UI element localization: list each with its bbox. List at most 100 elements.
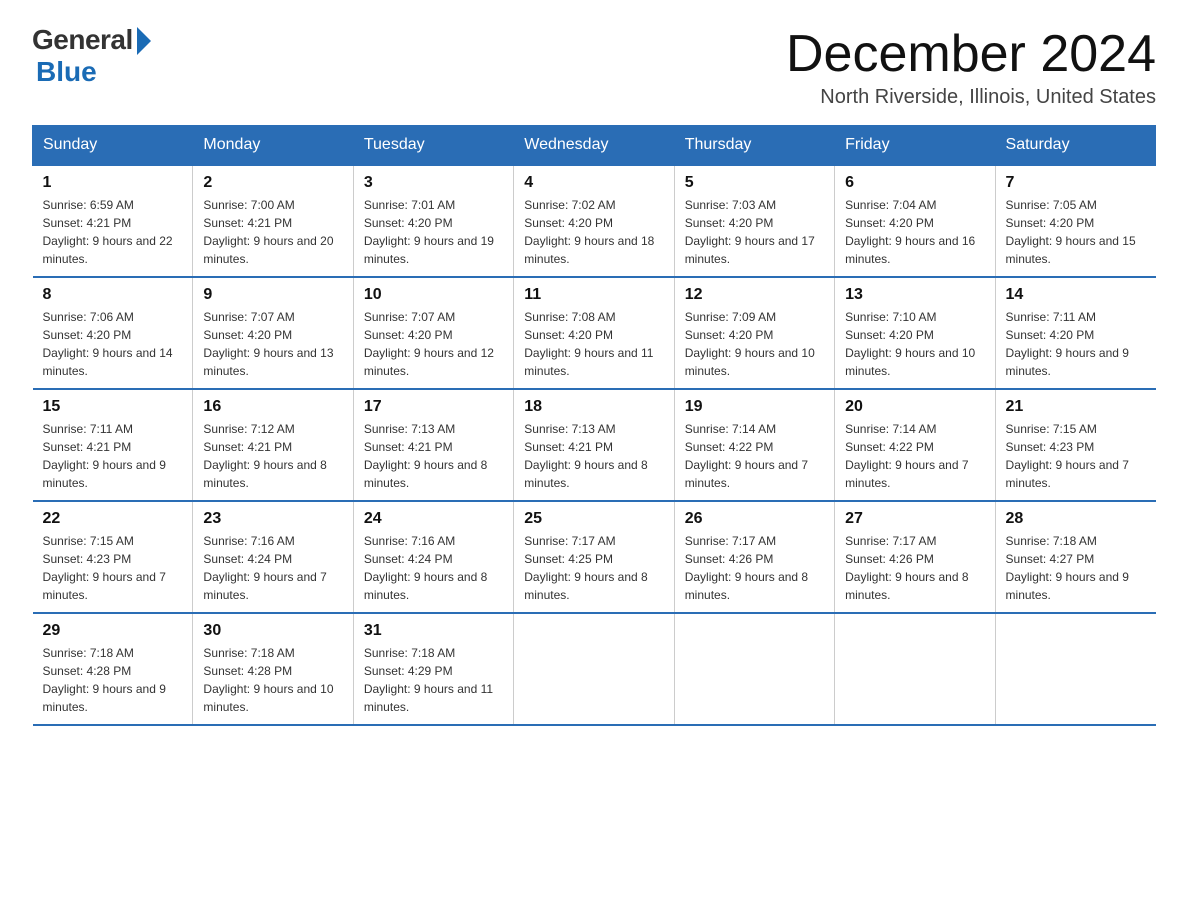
logo-arrow-icon xyxy=(137,27,151,55)
daylight-label: Daylight: 9 hours and 10 minutes. xyxy=(685,346,815,378)
day-number: 16 xyxy=(203,398,342,416)
day-cell: 16 Sunrise: 7:12 AM Sunset: 4:21 PM Dayl… xyxy=(193,389,353,501)
daylight-label: Daylight: 9 hours and 7 minutes. xyxy=(685,458,808,490)
sunrise-label: Sunrise: 7:09 AM xyxy=(685,310,776,324)
day-cell xyxy=(835,613,995,725)
daylight-label: Daylight: 9 hours and 13 minutes. xyxy=(203,346,333,378)
day-info: Sunrise: 7:18 AM Sunset: 4:28 PM Dayligh… xyxy=(43,644,183,716)
calendar-subtitle: North Riverside, Illinois, United States xyxy=(786,86,1156,109)
day-cell: 30 Sunrise: 7:18 AM Sunset: 4:28 PM Dayl… xyxy=(193,613,353,725)
day-number: 14 xyxy=(1006,286,1146,304)
day-number: 24 xyxy=(364,510,503,528)
daylight-label: Daylight: 9 hours and 8 minutes. xyxy=(524,570,647,602)
sunrise-label: Sunrise: 7:07 AM xyxy=(364,310,455,324)
day-cell xyxy=(995,613,1155,725)
day-info: Sunrise: 7:17 AM Sunset: 4:26 PM Dayligh… xyxy=(685,532,824,604)
daylight-label: Daylight: 9 hours and 8 minutes. xyxy=(203,458,326,490)
daylight-label: Daylight: 9 hours and 11 minutes. xyxy=(524,346,653,378)
sunset-label: Sunset: 4:20 PM xyxy=(43,328,132,342)
day-info: Sunrise: 6:59 AM Sunset: 4:21 PM Dayligh… xyxy=(43,196,183,268)
daylight-label: Daylight: 9 hours and 9 minutes. xyxy=(1006,570,1129,602)
day-cell: 4 Sunrise: 7:02 AM Sunset: 4:20 PM Dayli… xyxy=(514,165,674,277)
day-info: Sunrise: 7:09 AM Sunset: 4:20 PM Dayligh… xyxy=(685,308,824,380)
day-cell: 20 Sunrise: 7:14 AM Sunset: 4:22 PM Dayl… xyxy=(835,389,995,501)
sunset-label: Sunset: 4:20 PM xyxy=(203,328,292,342)
daylight-label: Daylight: 9 hours and 19 minutes. xyxy=(364,234,494,266)
daylight-label: Daylight: 9 hours and 16 minutes. xyxy=(845,234,975,266)
day-number: 19 xyxy=(685,398,824,416)
logo-blue-text: Blue xyxy=(36,56,97,88)
day-info: Sunrise: 7:15 AM Sunset: 4:23 PM Dayligh… xyxy=(43,532,183,604)
header-row: SundayMondayTuesdayWednesdayThursdayFrid… xyxy=(33,126,1156,166)
title-area: December 2024 North Riverside, Illinois,… xyxy=(786,24,1156,109)
day-header-tuesday: Tuesday xyxy=(353,126,513,166)
sunset-label: Sunset: 4:23 PM xyxy=(1006,440,1095,454)
sunrise-label: Sunrise: 7:18 AM xyxy=(364,646,455,660)
day-cell: 15 Sunrise: 7:11 AM Sunset: 4:21 PM Dayl… xyxy=(33,389,193,501)
day-info: Sunrise: 7:01 AM Sunset: 4:20 PM Dayligh… xyxy=(364,196,503,268)
sunrise-label: Sunrise: 7:07 AM xyxy=(203,310,294,324)
day-info: Sunrise: 7:07 AM Sunset: 4:20 PM Dayligh… xyxy=(364,308,503,380)
sunrise-label: Sunrise: 7:14 AM xyxy=(845,422,936,436)
sunrise-label: Sunrise: 7:18 AM xyxy=(43,646,134,660)
sunrise-label: Sunrise: 7:04 AM xyxy=(845,198,936,212)
sunset-label: Sunset: 4:20 PM xyxy=(845,216,934,230)
day-header-friday: Friday xyxy=(835,126,995,166)
sunrise-label: Sunrise: 7:03 AM xyxy=(685,198,776,212)
sunrise-label: Sunrise: 7:15 AM xyxy=(1006,422,1097,436)
day-cell: 11 Sunrise: 7:08 AM Sunset: 4:20 PM Dayl… xyxy=(514,277,674,389)
day-info: Sunrise: 7:16 AM Sunset: 4:24 PM Dayligh… xyxy=(203,532,342,604)
sunrise-label: Sunrise: 7:06 AM xyxy=(43,310,134,324)
day-cell: 14 Sunrise: 7:11 AM Sunset: 4:20 PM Dayl… xyxy=(995,277,1155,389)
day-cell: 28 Sunrise: 7:18 AM Sunset: 4:27 PM Dayl… xyxy=(995,501,1155,613)
day-number: 28 xyxy=(1006,510,1146,528)
daylight-label: Daylight: 9 hours and 7 minutes. xyxy=(845,458,968,490)
day-cell: 8 Sunrise: 7:06 AM Sunset: 4:20 PM Dayli… xyxy=(33,277,193,389)
sunset-label: Sunset: 4:22 PM xyxy=(845,440,934,454)
daylight-label: Daylight: 9 hours and 9 minutes. xyxy=(43,682,166,714)
day-info: Sunrise: 7:11 AM Sunset: 4:21 PM Dayligh… xyxy=(43,420,183,492)
sunrise-label: Sunrise: 7:16 AM xyxy=(203,534,294,548)
sunset-label: Sunset: 4:21 PM xyxy=(524,440,613,454)
sunset-label: Sunset: 4:22 PM xyxy=(685,440,774,454)
sunset-label: Sunset: 4:25 PM xyxy=(524,552,613,566)
day-info: Sunrise: 7:16 AM Sunset: 4:24 PM Dayligh… xyxy=(364,532,503,604)
sunrise-label: Sunrise: 7:10 AM xyxy=(845,310,936,324)
day-number: 9 xyxy=(203,286,342,304)
sunrise-label: Sunrise: 7:01 AM xyxy=(364,198,455,212)
daylight-label: Daylight: 9 hours and 9 minutes. xyxy=(1006,346,1129,378)
day-number: 23 xyxy=(203,510,342,528)
day-number: 15 xyxy=(43,398,183,416)
day-info: Sunrise: 7:11 AM Sunset: 4:20 PM Dayligh… xyxy=(1006,308,1146,380)
day-cell: 6 Sunrise: 7:04 AM Sunset: 4:20 PM Dayli… xyxy=(835,165,995,277)
sunrise-label: Sunrise: 7:00 AM xyxy=(203,198,294,212)
sunset-label: Sunset: 4:20 PM xyxy=(364,216,453,230)
day-info: Sunrise: 7:06 AM Sunset: 4:20 PM Dayligh… xyxy=(43,308,183,380)
sunrise-label: Sunrise: 7:15 AM xyxy=(43,534,134,548)
day-header-sunday: Sunday xyxy=(33,126,193,166)
sunrise-label: Sunrise: 6:59 AM xyxy=(43,198,134,212)
day-cell: 25 Sunrise: 7:17 AM Sunset: 4:25 PM Dayl… xyxy=(514,501,674,613)
day-info: Sunrise: 7:17 AM Sunset: 4:26 PM Dayligh… xyxy=(845,532,984,604)
day-info: Sunrise: 7:03 AM Sunset: 4:20 PM Dayligh… xyxy=(685,196,824,268)
day-info: Sunrise: 7:10 AM Sunset: 4:20 PM Dayligh… xyxy=(845,308,984,380)
day-cell: 26 Sunrise: 7:17 AM Sunset: 4:26 PM Dayl… xyxy=(674,501,834,613)
daylight-label: Daylight: 9 hours and 8 minutes. xyxy=(685,570,808,602)
daylight-label: Daylight: 9 hours and 22 minutes. xyxy=(43,234,173,266)
sunrise-label: Sunrise: 7:08 AM xyxy=(524,310,615,324)
day-info: Sunrise: 7:02 AM Sunset: 4:20 PM Dayligh… xyxy=(524,196,663,268)
day-info: Sunrise: 7:00 AM Sunset: 4:21 PM Dayligh… xyxy=(203,196,342,268)
day-info: Sunrise: 7:17 AM Sunset: 4:25 PM Dayligh… xyxy=(524,532,663,604)
sunset-label: Sunset: 4:20 PM xyxy=(685,216,774,230)
daylight-label: Daylight: 9 hours and 9 minutes. xyxy=(43,458,166,490)
sunset-label: Sunset: 4:20 PM xyxy=(364,328,453,342)
day-number: 2 xyxy=(203,174,342,192)
daylight-label: Daylight: 9 hours and 14 minutes. xyxy=(43,346,173,378)
sunset-label: Sunset: 4:20 PM xyxy=(524,328,613,342)
day-cell: 9 Sunrise: 7:07 AM Sunset: 4:20 PM Dayli… xyxy=(193,277,353,389)
day-number: 3 xyxy=(364,174,503,192)
day-number: 30 xyxy=(203,622,342,640)
sunrise-label: Sunrise: 7:16 AM xyxy=(364,534,455,548)
sunrise-label: Sunrise: 7:18 AM xyxy=(1006,534,1097,548)
week-row-2: 8 Sunrise: 7:06 AM Sunset: 4:20 PM Dayli… xyxy=(33,277,1156,389)
